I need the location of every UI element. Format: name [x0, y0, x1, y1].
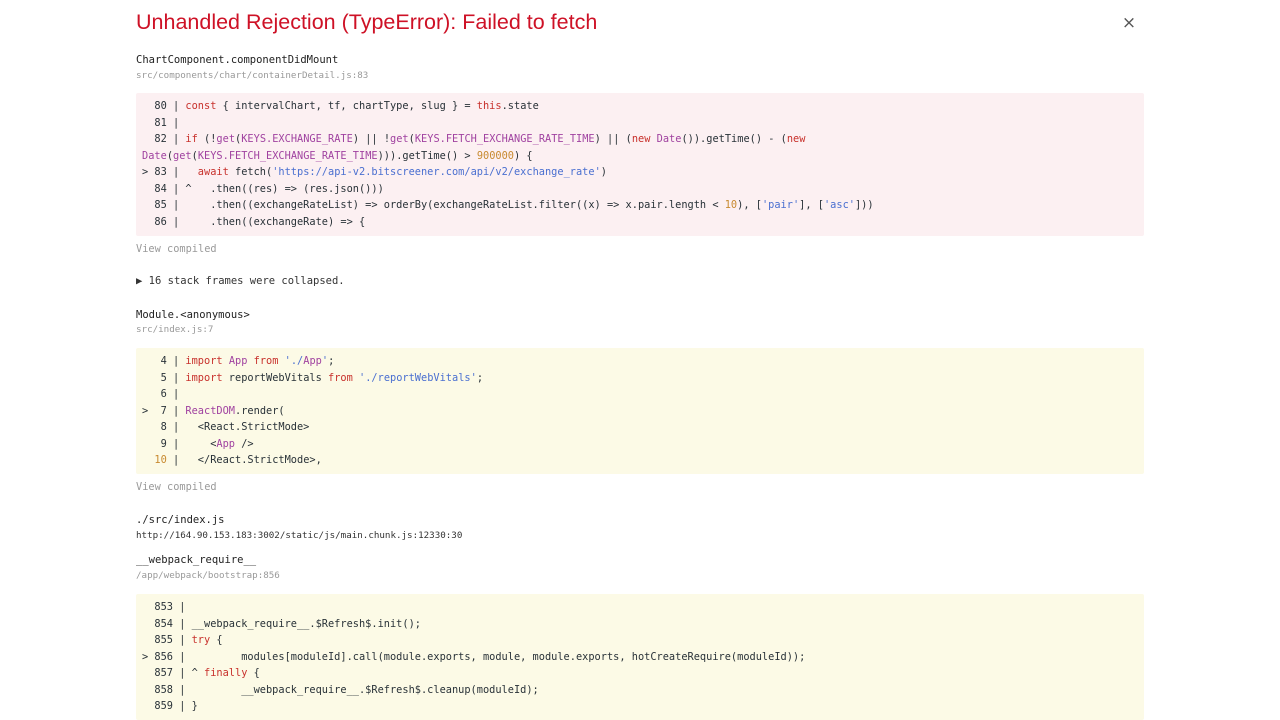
- close-icon[interactable]: ×: [1120, 10, 1138, 36]
- frame-function: Module.<anonymous>: [136, 309, 250, 321]
- frame-location[interactable]: http://164.90.153.183:3002/static/js/mai…: [136, 530, 462, 541]
- code-line: 86 | .then((exchangeRate) => {: [142, 215, 366, 228]
- frame-function: __webpack_require__: [136, 554, 257, 566]
- view-compiled-link[interactable]: View compiled: [136, 481, 217, 493]
- collapse-arrow-icon: ▶: [136, 275, 143, 287]
- frame-location[interactable]: src/components/chart/containerDetail.js:…: [136, 70, 368, 81]
- code-line: 859 | }: [142, 700, 198, 712]
- view-compiled-link[interactable]: View compiled: [136, 243, 217, 255]
- code-line: 4 | import App from './App';: [142, 355, 335, 367]
- code-line: 855 | try {: [142, 634, 223, 646]
- code-line: 81 |: [142, 116, 180, 129]
- code-line: > 83 | await fetch('https://api-v2.bitsc…: [142, 166, 607, 178]
- code-line: 8 | <React.StrictMode>: [142, 421, 310, 433]
- code-line: > 7 | ReactDOM.render(: [142, 404, 285, 417]
- frame-function: ChartComponent.componentDidMount: [136, 54, 339, 66]
- frame-function: ./src/index.js: [136, 514, 225, 526]
- code-line: 6 |: [142, 388, 180, 400]
- code-line: > 856 | modules[moduleId].call(module.ex…: [142, 650, 806, 663]
- code-line: 80 | const { intervalChart, tf, chartTyp…: [142, 100, 539, 112]
- code-line: 10 | </React.StrictMode>,: [154, 454, 322, 466]
- code-snippet: 4 | import App from './App'; 5 | import …: [136, 348, 1144, 474]
- frame-location[interactable]: src/index.js:7: [136, 324, 213, 335]
- code-line: 84 | ^ .then((res) => (res.json())): [142, 182, 384, 195]
- code-line: 854 | __webpack_require__.$Refresh$.init…: [142, 617, 421, 630]
- collapsed-frames-toggle[interactable]: ▶ 16 stack frames were collapsed.: [136, 275, 345, 287]
- code-line: 82 | if (!get(KEYS.EXCHANGE_RATE) || !ge…: [142, 133, 806, 145]
- code-line: Date(get(KEYS.FETCH_EXCHANGE_RATE_TIME))…: [142, 149, 533, 162]
- error-title: Unhandled Rejection (TypeError): Failed …: [136, 10, 598, 34]
- code-line: 85 | .then((exchangeRateList) => orderBy…: [142, 199, 874, 211]
- collapsed-label: 16 stack frames were collapsed.: [148, 275, 345, 287]
- code-line: 5 | import reportWebVitals from './repor…: [142, 371, 484, 384]
- code-line: 858 | __webpack_require__.$Refresh$.clea…: [142, 683, 539, 696]
- code-snippet: 853 | 854 | __webpack_require__.$Refresh…: [136, 594, 1144, 720]
- code-line: 857 | ^ finally {: [142, 667, 260, 679]
- frame-location[interactable]: /app/webpack/bootstrap:856: [136, 570, 280, 581]
- code-snippet: 80 | const { intervalChart, tf, chartTyp…: [136, 93, 1144, 236]
- code-line: 853 |: [142, 601, 186, 613]
- code-line: 9 | <App />: [142, 437, 254, 450]
